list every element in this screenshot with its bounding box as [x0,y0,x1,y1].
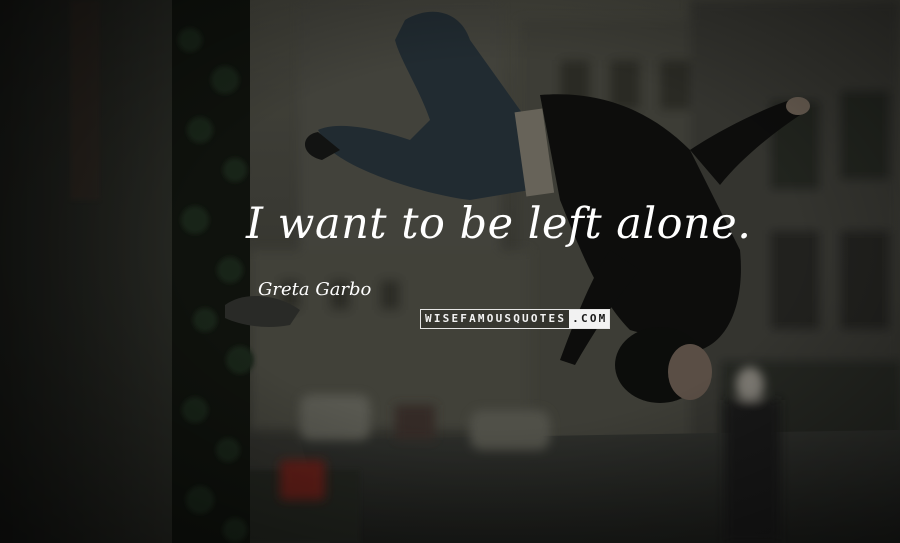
watermark-tld: .COM [569,310,610,328]
background-photo [0,0,900,543]
site-watermark: WISEFAMOUSQUOTES .COM [420,309,611,329]
watermark-name: WISEFAMOUSQUOTES [421,310,570,328]
quote-author: Greta Garbo [258,279,372,300]
quote-image: I want to be left alone. Greta Garbo WIS… [0,0,900,543]
quote-text: I want to be left alone. [246,199,752,249]
